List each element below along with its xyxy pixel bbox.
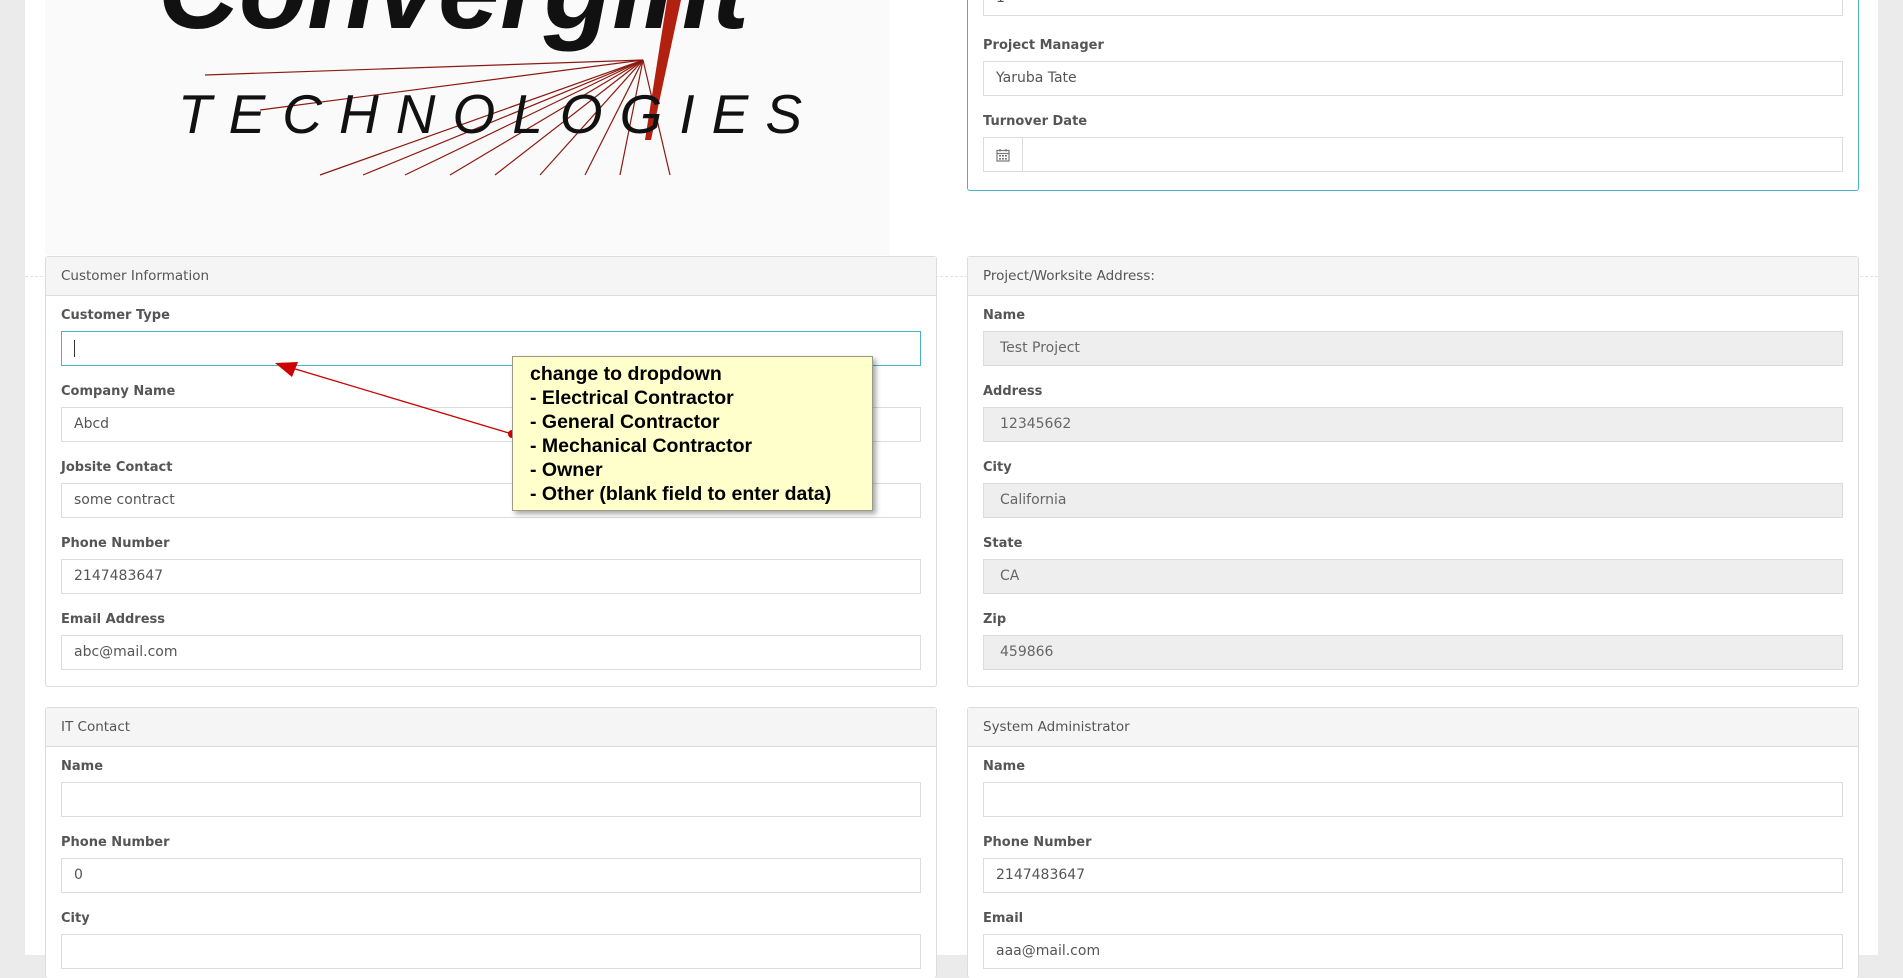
project-manager-label: Project Manager (983, 38, 1104, 53)
project-panel: 1 Project Manager Yaruba Tate Turnover D… (967, 0, 1859, 191)
text-caret (74, 339, 75, 357)
customer-phone-label: Phone Number (61, 536, 170, 551)
worksite-city-input[interactable]: California (983, 483, 1843, 518)
worksite-zip-label: Zip (983, 612, 1007, 627)
sysadmin-name-label: Name (983, 759, 1026, 774)
sysadmin-email-label: Email (983, 911, 1024, 926)
annotation-line: - General Contractor (530, 411, 720, 433)
logo-tagline: TECHNOLOGIES (178, 83, 819, 145)
worksite-zip-input[interactable]: 459866 (983, 635, 1843, 670)
turnover-date-label: Turnover Date (983, 114, 1088, 129)
panel-heading: System Administrator (968, 708, 1858, 747)
annotation-line: change to dropdown (530, 363, 722, 385)
worksite-address-label: Address (983, 384, 1043, 399)
it-city-input[interactable] (61, 934, 921, 969)
turnover-date-group (983, 137, 1843, 172)
worksite-name-input[interactable]: Test Project (983, 331, 1843, 366)
worksite-state-input[interactable]: CA (983, 559, 1843, 594)
customer-phone-input[interactable]: 2147483647 (61, 559, 921, 594)
it-phone-label: Phone Number (61, 835, 170, 850)
turnover-date-input[interactable] (1023, 137, 1843, 172)
customer-type-label: Customer Type (61, 308, 170, 323)
calendar-icon[interactable] (983, 137, 1023, 172)
it-contact-panel: IT Contact Name Phone Number 0 City (45, 707, 937, 978)
system-administrator-panel: System Administrator Name Phone Number 2… (967, 707, 1859, 978)
it-name-label: Name (61, 759, 104, 774)
it-name-input[interactable] (61, 782, 921, 817)
customer-email-input[interactable]: abc@mail.com (61, 635, 921, 670)
logo-wordmark: Convergint (158, 0, 754, 52)
it-phone-input[interactable]: 0 (61, 858, 921, 893)
sysadmin-name-input[interactable] (983, 782, 1843, 817)
logo-graphic: Convergint TECHNOLOGIES (158, 0, 819, 176)
annotation-callout: change to dropdown - Electrical Contract… (512, 356, 873, 511)
worksite-state-label: State (983, 536, 1023, 551)
annotation-line: - Electrical Contractor (530, 387, 734, 409)
it-city-label: City (61, 911, 90, 926)
panel-heading: Project/Worksite Address: (968, 257, 1858, 296)
annotation-line: - Owner (530, 459, 603, 481)
worksite-city-label: City (983, 460, 1012, 475)
customer-email-label: Email Address (61, 612, 166, 627)
project-manager-input[interactable]: Yaruba Tate (983, 61, 1843, 96)
panel-heading: Customer Information (46, 257, 936, 296)
annotation-line: - Other (blank field to enter data) (530, 483, 832, 505)
worksite-address-panel: Project/Worksite Address: Name Test Proj… (967, 256, 1859, 687)
annotation-line: - Mechanical Contractor (530, 435, 753, 457)
worksite-address-input[interactable]: 12345662 (983, 407, 1843, 442)
sysadmin-phone-label: Phone Number (983, 835, 1092, 850)
sysadmin-phone-input[interactable]: 2147483647 (983, 858, 1843, 893)
panel-heading: IT Contact (46, 708, 936, 747)
worksite-name-label: Name (983, 308, 1026, 323)
sysadmin-email-input[interactable]: aaa@mail.com (983, 934, 1843, 969)
project-top-field[interactable]: 1 (983, 0, 1843, 16)
company-logo: Convergint TECHNOLOGIES (45, 0, 890, 255)
